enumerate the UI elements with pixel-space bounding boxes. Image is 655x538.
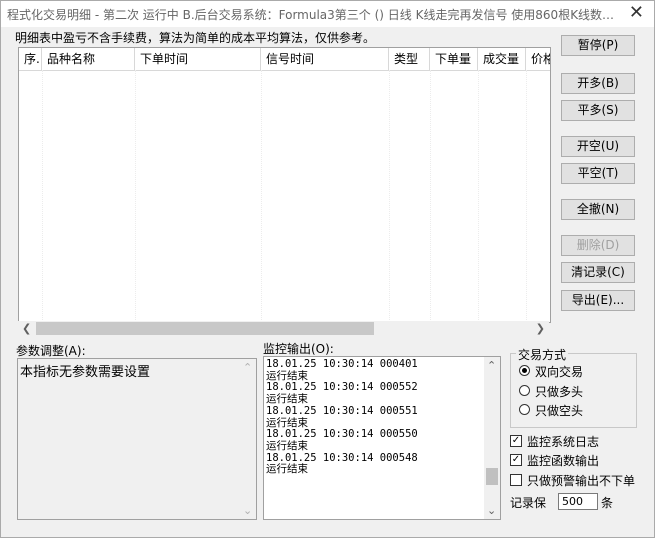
clear-log-button[interactable]: 清记录(C) bbox=[561, 262, 635, 283]
params-text: 本指标无参数需要设置 bbox=[20, 365, 151, 380]
radio-long-only[interactable] bbox=[519, 385, 530, 396]
col-header-price[interactable]: 价格 bbox=[526, 48, 550, 70]
delete-button: 删除(D) bbox=[561, 235, 635, 256]
warn-only-checkbox[interactable] bbox=[510, 474, 522, 486]
log-line: 运行结束 bbox=[266, 439, 308, 452]
table-horizontal-scrollbar[interactable]: ❮ ❯ bbox=[18, 321, 549, 337]
col-header-order-time[interactable]: 下单时间 bbox=[135, 48, 261, 70]
column-divider bbox=[389, 70, 390, 322]
close-long-button[interactable]: 平多(S) bbox=[561, 100, 635, 121]
trade-detail-window: 程式化交易明细 - 第二次 运行中 B.后台交易系统：Formula3第三个 (… bbox=[0, 0, 655, 538]
params-label: 参数调整(A): bbox=[16, 344, 86, 358]
col-header-order-qty[interactable]: 下单量 bbox=[430, 48, 478, 70]
col-header-name[interactable]: 品种名称 bbox=[42, 48, 135, 70]
scroll-up-icon[interactable]: ⌃ bbox=[487, 359, 496, 372]
record-keep-label: 记录保 bbox=[510, 496, 547, 510]
scroll-left-icon[interactable]: ❮ bbox=[22, 322, 31, 335]
scroll-down-icon: ⌄ bbox=[243, 504, 253, 517]
trade-mode-title: 交易方式 bbox=[516, 346, 569, 363]
column-divider bbox=[261, 70, 262, 322]
monitor-label: 监控输出(O): bbox=[263, 342, 334, 356]
params-scrollbar: ⌃ ⌄ bbox=[240, 359, 256, 519]
table-header: 序. 品种名称 下单时间 信号时间 类型 下单量 成交量 价格 bbox=[19, 48, 550, 71]
sys-log-checkbox[interactable]: ✓ bbox=[510, 435, 522, 447]
open-short-button[interactable]: 开空(U) bbox=[561, 136, 635, 157]
radio-label: 双向交易 bbox=[535, 365, 584, 379]
column-divider bbox=[42, 70, 43, 322]
log-line: 18.01.25 10:30:14 000551 bbox=[266, 404, 418, 417]
record-count-input[interactable]: 500 bbox=[558, 493, 598, 510]
record-unit-label: 条 bbox=[601, 496, 614, 510]
monitor-log: 18.01.25 10:30:14 000401 运行结束 18.01.25 10:… bbox=[266, 358, 418, 476]
column-divider bbox=[526, 70, 527, 322]
scroll-up-icon: ⌃ bbox=[243, 361, 253, 374]
checkbox-label: 监控系统日志 bbox=[527, 435, 600, 449]
trade-detail-table[interactable]: 序. 品种名称 下单时间 信号时间 类型 下单量 成交量 价格 bbox=[18, 47, 551, 323]
cancel-all-button[interactable]: 全撤(N) bbox=[561, 199, 635, 220]
scroll-thumb[interactable] bbox=[486, 468, 498, 485]
monitor-scrollbar[interactable]: ⌃ ⌄ bbox=[484, 357, 500, 519]
column-divider bbox=[430, 70, 431, 322]
func-output-checkbox[interactable]: ✓ bbox=[510, 454, 522, 466]
column-divider bbox=[478, 70, 479, 322]
scroll-right-icon[interactable]: ❯ bbox=[536, 322, 545, 335]
log-line: 运行结束 bbox=[266, 463, 308, 476]
open-long-button[interactable]: 开多(B) bbox=[561, 73, 635, 94]
radio-short-only[interactable] bbox=[519, 404, 530, 415]
close-short-button[interactable]: 平空(T) bbox=[561, 163, 635, 184]
window-title: 程式化交易明细 - 第二次 运行中 B.后台交易系统：Formula3第三个 (… bbox=[7, 8, 615, 22]
column-divider bbox=[135, 70, 136, 322]
col-header-fill-qty[interactable]: 成交量 bbox=[478, 48, 526, 70]
radio-label: 只做多头 bbox=[535, 385, 584, 399]
monitor-output-box[interactable]: 18.01.25 10:30:14 000401 运行结束 18.01.25 10:… bbox=[263, 356, 501, 520]
close-icon[interactable]: ✕ bbox=[629, 3, 644, 23]
params-box[interactable]: 本指标无参数需要设置 ⌃ ⌄ bbox=[17, 358, 257, 520]
disclaimer-note: 明细表中盈亏不含手续费，算法为简单的成本平均算法，仅供参考。 bbox=[15, 31, 376, 45]
col-header-type[interactable]: 类型 bbox=[389, 48, 430, 70]
scroll-thumb[interactable] bbox=[36, 322, 374, 335]
checkbox-label: 监控函数输出 bbox=[527, 454, 600, 468]
scroll-down-icon[interactable]: ⌄ bbox=[487, 504, 496, 517]
col-header-index[interactable]: 序. bbox=[19, 48, 42, 70]
col-header-signal-time[interactable]: 信号时间 bbox=[261, 48, 389, 70]
checkbox-label: 只做预警输出不下单 bbox=[527, 474, 636, 488]
export-button[interactable]: 导出(E)... bbox=[561, 290, 635, 311]
pause-button[interactable]: 暂停(P) bbox=[561, 35, 635, 56]
radio-label: 只做空头 bbox=[535, 404, 584, 418]
log-line: 18.01.25 10:30:14 000401 bbox=[266, 358, 418, 370]
title-bar: 程式化交易明细 - 第二次 运行中 B.后台交易系统：Formula3第三个 (… bbox=[1, 1, 654, 27]
radio-both-directions[interactable] bbox=[519, 365, 530, 376]
